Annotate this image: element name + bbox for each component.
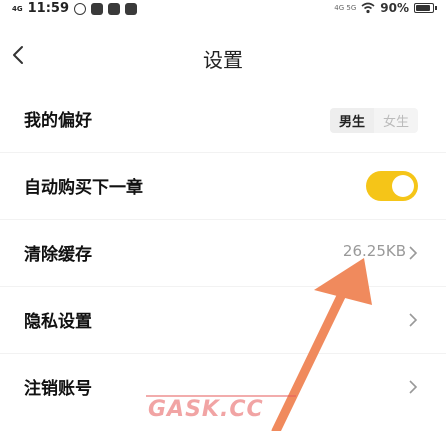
annotation-arrow <box>271 258 372 431</box>
watermark: GASK.CC <box>148 397 264 422</box>
